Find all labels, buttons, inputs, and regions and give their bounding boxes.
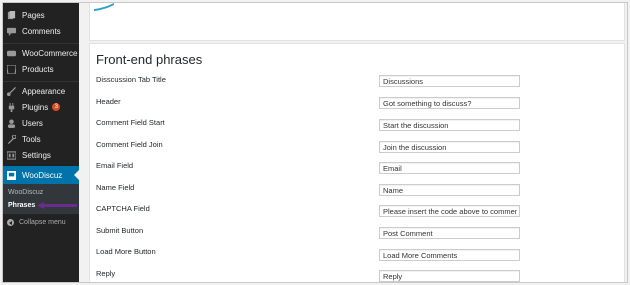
woocommerce-icon	[7, 49, 16, 58]
phrase-label: CAPTCHA Field	[96, 204, 150, 213]
email-field-input[interactable]	[379, 162, 520, 174]
phrase-label: Email Field	[96, 161, 134, 170]
phrase-label: Submit Button	[96, 226, 144, 235]
collapse-arrow-icon	[7, 219, 14, 226]
collapse-menu-label: Collapse menu	[19, 219, 66, 226]
phrase-label: Reply	[96, 269, 116, 278]
comment-field-start-input[interactable]	[379, 119, 520, 131]
sidebar-item-label: Plugins	[22, 102, 49, 112]
sidebar-separator	[3, 81, 79, 82]
phrase-label: Header	[96, 97, 121, 106]
phrase-label: Comment Field Start	[96, 118, 165, 127]
top-panel	[89, 3, 625, 41]
sidebar-item-label: WooCommerce	[22, 48, 78, 58]
tools-icon	[7, 134, 16, 144]
sidebar-separator	[3, 43, 79, 44]
sidebar-item-label: WooDiscuz	[22, 170, 63, 180]
sidebar-item-label: Users	[22, 118, 43, 128]
sidebar-item-plugins[interactable]: Plugins 3	[3, 99, 79, 115]
sidebar-item-label: Tools	[22, 134, 41, 144]
users-icon	[7, 118, 16, 128]
pages-icon	[7, 10, 16, 20]
sidebar-item-tools[interactable]: Tools	[3, 131, 79, 147]
collapse-menu-button[interactable]: Collapse menu	[7, 219, 66, 226]
products-icon	[7, 64, 16, 74]
screenshot-frame: Pages Comments WooCommerce Products Appe…	[2, 2, 628, 283]
appearance-icon	[7, 86, 16, 96]
sidebar-item-label: Settings	[22, 150, 51, 160]
captcha-field-input[interactable]	[379, 205, 520, 217]
woodiscuz-submenu: WooDiscuz Phrases	[3, 184, 79, 214]
tab-accent-icon	[94, 3, 114, 11]
name-field-input[interactable]	[379, 184, 520, 196]
sidebar-item-pages[interactable]: Pages	[3, 7, 79, 23]
annotation-arrow-icon	[37, 202, 77, 209]
active-indicator-arrow	[74, 170, 79, 180]
submit-button-input[interactable]	[379, 227, 520, 239]
plugins-icon	[7, 102, 16, 112]
submenu-item-woodiscuz[interactable]: WooDiscuz	[8, 189, 43, 196]
sidebar-item-products[interactable]: Products	[3, 61, 79, 77]
section-title: Front-end phrases	[96, 52, 203, 67]
sidebar-item-comments[interactable]: Comments	[3, 23, 79, 39]
phrase-label: Load More Button	[96, 247, 156, 256]
load-more-button-input[interactable]	[379, 249, 520, 261]
sidebar-item-label: Products	[22, 64, 54, 74]
sidebar-item-woocommerce[interactable]: WooCommerce	[3, 45, 79, 61]
phrase-label: Comment Field Join	[96, 140, 163, 149]
admin-sidebar: Pages Comments WooCommerce Products Appe…	[3, 3, 79, 282]
sidebar-item-label: Appearance	[22, 86, 66, 96]
header-input[interactable]	[379, 97, 520, 109]
discussion-tab-title-input[interactable]	[379, 75, 520, 87]
reply-input[interactable]	[379, 270, 520, 282]
sidebar-item-users[interactable]: Users	[3, 115, 79, 131]
sidebar-item-appearance[interactable]: Appearance	[3, 83, 79, 99]
woodiscuz-icon	[7, 170, 16, 180]
settings-icon	[7, 150, 16, 160]
sidebar-item-settings[interactable]: Settings	[3, 147, 79, 163]
phrase-label: Name Field	[96, 183, 135, 192]
plugins-update-badge: 3	[52, 103, 61, 111]
comment-field-join-input[interactable]	[379, 141, 520, 153]
sidebar-item-woodiscuz[interactable]: WooDiscuz	[3, 166, 79, 184]
sidebar-item-label: Pages	[22, 10, 45, 20]
phrases-panel: Front-end phrases Disscussion Tab Title …	[89, 43, 625, 282]
comments-icon	[7, 27, 16, 36]
submenu-item-phrases[interactable]: Phrases	[8, 202, 35, 209]
phrase-label: Disscussion Tab Title	[96, 75, 166, 84]
sidebar-item-label: Comments	[22, 26, 61, 36]
